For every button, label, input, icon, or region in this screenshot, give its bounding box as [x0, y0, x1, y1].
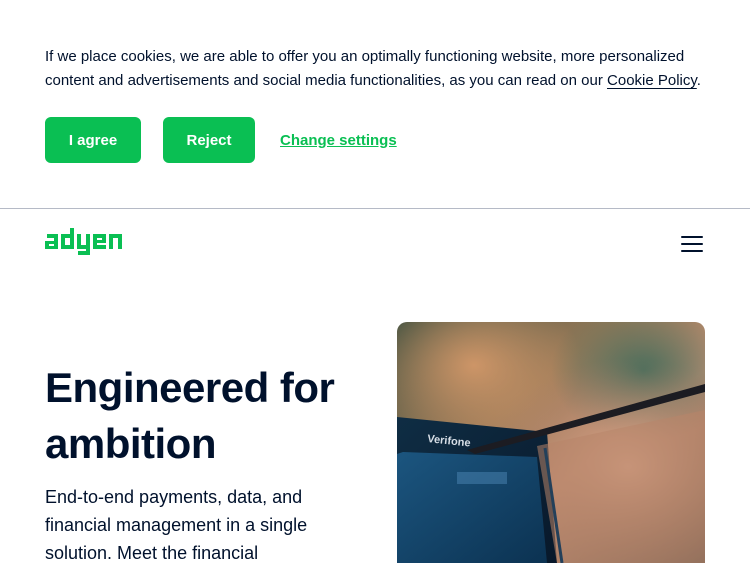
- hero-title: Engineered for ambition: [45, 364, 335, 467]
- menu-line: [681, 236, 703, 238]
- change-settings-link[interactable]: Change settings: [280, 117, 397, 163]
- cookie-message: If we place cookies, we are able to offe…: [45, 45, 705, 93]
- hero-image: Verifone: [397, 322, 705, 563]
- hamburger-menu-icon[interactable]: [679, 232, 705, 256]
- cookie-banner: If we place cookies, we are able to offe…: [0, 0, 750, 209]
- reject-button[interactable]: Reject: [163, 117, 255, 163]
- hero-subtitle: End-to-end payments, data, and financial…: [45, 487, 308, 563]
- menu-line: [681, 250, 703, 252]
- menu-line: [681, 243, 703, 245]
- cookie-message-period: .: [696, 72, 701, 89]
- adyen-logo-graphic: [45, 228, 122, 255]
- cookie-policy-link[interactable]: Cookie Policy: [607, 72, 697, 89]
- agree-button[interactable]: I agree: [45, 117, 141, 163]
- adyen-logo[interactable]: [45, 228, 135, 258]
- cookie-message-text: If we place cookies, we are able to offe…: [45, 48, 685, 89]
- payment-terminal-photo: Verifone: [397, 322, 705, 563]
